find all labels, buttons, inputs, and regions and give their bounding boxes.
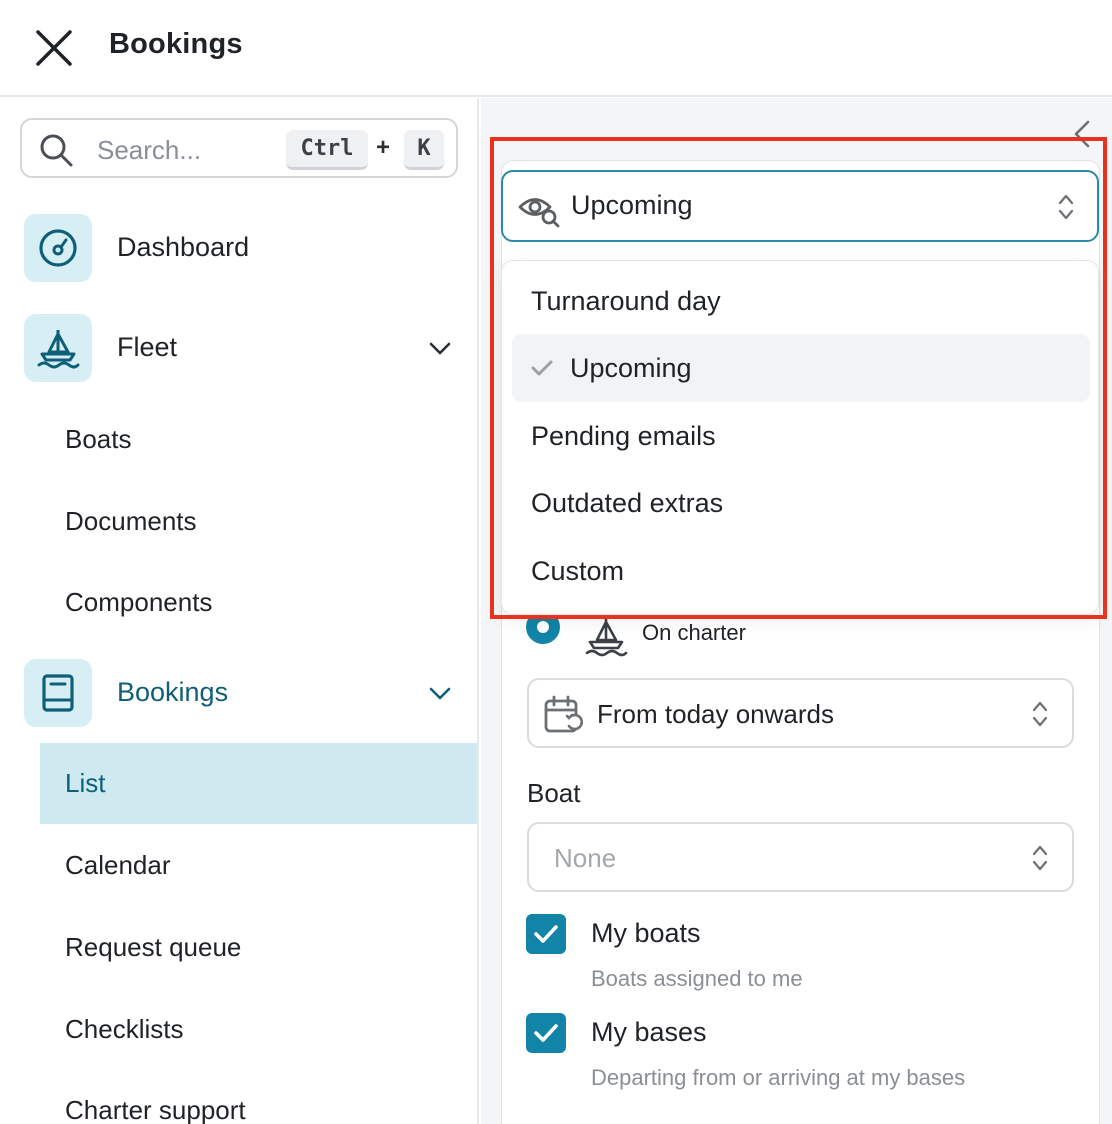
sidebar-item-fleet[interactable]: Fleet <box>24 314 454 382</box>
shortcut-plus: + <box>376 134 391 161</box>
option-upcoming[interactable]: Upcoming <box>512 334 1090 402</box>
my-bases-checkbox[interactable] <box>526 1013 566 1053</box>
sidebar-item-calendar[interactable]: Calendar <box>40 825 477 906</box>
sidebar-item-components[interactable]: Components <box>40 562 477 643</box>
chevron-left-icon[interactable] <box>1066 116 1096 152</box>
chevron-updown-icon <box>1032 845 1048 871</box>
dashboard-icon-box <box>24 214 92 282</box>
page-title: Bookings <box>109 28 243 60</box>
checkmark-icon <box>534 925 558 943</box>
chevron-down-icon[interactable] <box>428 681 452 705</box>
search-icon <box>40 134 73 167</box>
sidebar-item-label: Fleet <box>117 332 178 362</box>
boat-select[interactable]: None <box>527 822 1074 892</box>
my-boats-description: Boats assigned to me <box>591 966 803 991</box>
option-custom[interactable]: Custom <box>512 537 1090 605</box>
fleet-icon-box <box>24 314 92 382</box>
search-placeholder: Search... <box>97 135 202 165</box>
my-boats-checkbox[interactable] <box>526 914 566 954</box>
sidebar-item-label: Dashboard <box>117 232 250 262</box>
option-pending-emails[interactable]: Pending emails <box>512 402 1090 470</box>
chevron-updown-icon <box>1032 701 1048 727</box>
sidebar-item-checklists[interactable]: Checklists <box>40 989 477 1070</box>
filter-panel: Upcoming On charter From today onwards B… <box>481 98 1112 1124</box>
sidebar-item-boats[interactable]: Boats <box>40 399 477 480</box>
status-label: On charter <box>642 620 746 645</box>
date-range-select[interactable]: From today onwards <box>527 678 1074 748</box>
option-label: Upcoming <box>570 352 692 383</box>
check-icon <box>531 360 553 376</box>
status-radio-on-charter[interactable] <box>526 610 560 644</box>
view-select[interactable]: Upcoming <box>501 170 1099 242</box>
book-icon <box>42 674 74 712</box>
sidebar-item-documents[interactable]: Documents <box>40 481 477 562</box>
shortcut-ctrl-key: Ctrl <box>286 130 368 170</box>
option-turnaround-day[interactable]: Turnaround day <box>512 267 1090 335</box>
close-icon <box>36 30 72 66</box>
my-bases-description: Departing from or arriving at my bases <box>591 1065 966 1090</box>
search-input[interactable]: Search... Ctrl + K <box>20 118 458 178</box>
view-options-dropdown: Turnaround day Upcoming Pending emails O… <box>501 260 1099 615</box>
sidebar-item-list[interactable]: List <box>40 743 477 824</box>
boat-field-label: Boat <box>527 778 581 808</box>
chevron-updown-icon <box>1058 194 1074 220</box>
sidebar-item-dashboard[interactable]: Dashboard <box>24 214 249 282</box>
bookings-icon-box <box>24 659 92 727</box>
close-button[interactable] <box>30 24 78 72</box>
my-boats-label: My boats <box>591 918 701 948</box>
checkmark-icon <box>534 1024 558 1042</box>
sidebar-item-charter-support[interactable]: Charter support <box>40 1070 477 1124</box>
shortcut-k-key: K <box>404 130 444 170</box>
sailboat-icon <box>37 330 80 369</box>
calendar-repeat-icon <box>544 695 583 733</box>
view-select-value: Upcoming <box>571 190 693 220</box>
sidebar: Search... Ctrl + K Dashboard Fleet Boats… <box>0 98 479 1124</box>
sailboat-icon <box>585 618 628 657</box>
sidebar-item-label: Bookings <box>117 677 229 707</box>
gauge-icon <box>39 229 77 267</box>
boat-select-placeholder: None <box>554 843 617 873</box>
my-bases-label: My bases <box>591 1017 707 1047</box>
eye-search-icon <box>518 198 560 228</box>
sidebar-item-request-queue[interactable]: Request queue <box>40 907 477 988</box>
date-range-value: From today onwards <box>597 699 834 729</box>
app-header: Bookings <box>0 0 1112 97</box>
chevron-down-icon[interactable] <box>428 336 452 360</box>
sidebar-item-bookings[interactable]: Bookings <box>24 659 454 727</box>
option-outdated-extras[interactable]: Outdated extras <box>512 469 1090 537</box>
